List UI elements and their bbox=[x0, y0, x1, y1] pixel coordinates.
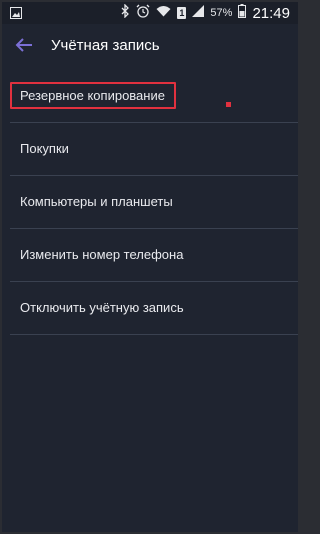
account-menu: Резервное копирование Покупки Компьютеры… bbox=[2, 70, 298, 335]
signal-icon bbox=[192, 4, 205, 22]
tap-marker bbox=[226, 102, 231, 107]
menu-item-purchases[interactable]: Покупки bbox=[2, 123, 298, 176]
app-bar: Учётная запись bbox=[2, 24, 298, 70]
menu-item-disable-account[interactable]: Отключить учётную запись bbox=[2, 282, 298, 335]
gallery-icon bbox=[10, 6, 22, 24]
back-button[interactable] bbox=[12, 36, 36, 58]
clock: 21:49 bbox=[252, 4, 290, 22]
page-title: Учётная запись bbox=[51, 37, 160, 54]
bluetooth-icon bbox=[121, 2, 130, 23]
menu-item-computers-tablets[interactable]: Компьютеры и планшеты bbox=[2, 176, 298, 229]
menu-item-change-phone-number[interactable]: Изменить номер телефона bbox=[2, 229, 298, 282]
battery-percent: 57% bbox=[210, 7, 233, 19]
menu-item-label: Изменить номер телефона bbox=[20, 247, 184, 262]
menu-item-label: Резервное копирование bbox=[20, 88, 165, 103]
alarm-icon bbox=[136, 4, 150, 23]
arrow-left-icon bbox=[15, 37, 33, 57]
phone-screen: 1 57% 21:49 Учётная запись Резервное коп… bbox=[2, 2, 298, 532]
menu-item-label: Компьютеры и планшеты bbox=[20, 194, 173, 209]
status-bar: 1 57% 21:49 bbox=[2, 2, 298, 24]
battery-icon bbox=[238, 3, 247, 23]
sim-icon: 1 bbox=[177, 7, 187, 19]
divider bbox=[10, 334, 298, 335]
menu-item-label: Отключить учётную запись bbox=[20, 300, 184, 315]
wifi-icon bbox=[156, 4, 171, 22]
menu-item-label: Покупки bbox=[20, 141, 69, 156]
menu-item-backup[interactable]: Резервное копирование bbox=[2, 70, 298, 123]
